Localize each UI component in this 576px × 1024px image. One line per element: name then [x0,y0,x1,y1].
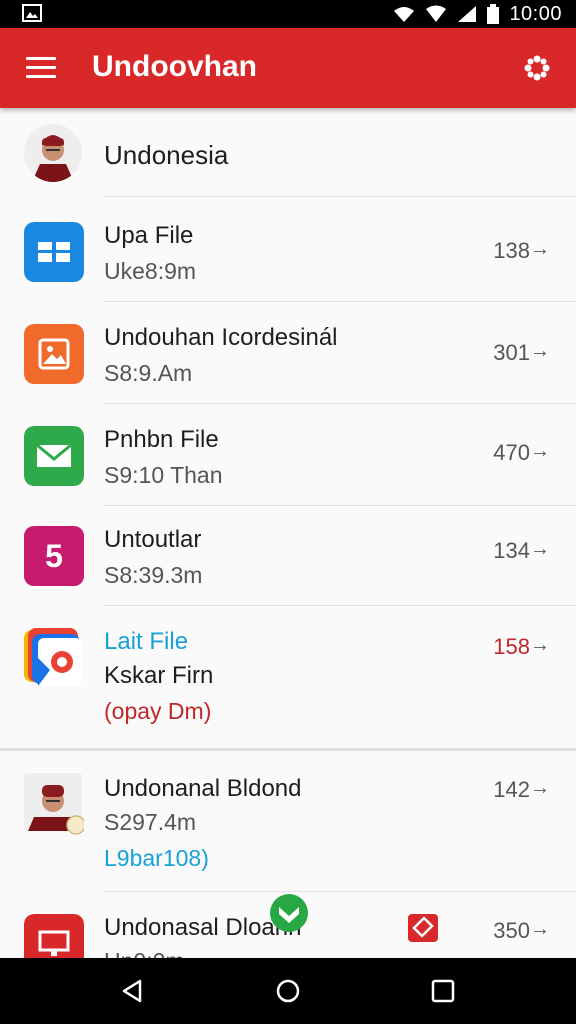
item-count: 158 [493,634,530,659]
list-item[interactable]: Lait File Kskar Firn (opay Dm) 158 → [0,606,576,748]
arrow-right-icon: → [530,238,550,260]
item-subtitle: Kskar Firn [104,662,214,689]
menu-icon[interactable] [26,57,56,79]
arrow-right-icon: → [530,777,550,799]
item-extra: (opay Dm) [104,698,212,724]
app-bar: Undoovhan [0,28,576,108]
back-icon[interactable] [120,978,146,1004]
item-count: 134 [493,538,530,563]
arrow-right-icon: → [530,634,550,656]
stacked-docs-icon [24,628,82,686]
cell-signal-icon [458,6,477,22]
image-icon [24,324,84,384]
gallery-notification-icon [22,4,42,22]
battery-icon [487,4,500,24]
arrow-right-icon: → [530,538,550,560]
arrow-right-icon: → [530,440,550,462]
item-subtitle: S8:9.Am [104,360,193,386]
list-item[interactable]: Pnhbn File S9:10 Than 470 → [0,404,576,506]
wifi-signal-icon [426,5,447,22]
red-tag-icon [408,914,438,942]
list-item[interactable]: Undonanal Bldond S297.4m L9bar108) 142 → [0,751,576,892]
item-subtitle: S8:39.3m [104,562,203,588]
status-time: 10:00 [509,2,562,25]
wifi-icon [394,7,415,22]
item-count: 350 [493,918,530,943]
item-count: 142 [493,777,530,802]
item-count: 138 [493,238,530,263]
arrow-right-icon: → [530,340,550,362]
profile-row[interactable]: Undonesia [0,108,576,198]
avatar [24,124,82,182]
mail-icon [24,426,84,486]
item-count: 301 [493,340,530,365]
person-avatar [24,773,84,835]
app-title: Undoovhan [92,50,257,83]
item-title: Lait File [104,628,189,655]
list-item[interactable]: 5 Untoutlar S8:39.3m 134 → [0,506,576,606]
item-title: Undonanal Bldond [104,775,302,802]
item-title: Untoutlar [104,526,202,553]
item-subtitle: Un0:0m [104,948,185,958]
green-badge-icon [270,894,308,932]
recents-icon[interactable] [430,978,456,1004]
item-subtitle: Uke8:9m [104,258,197,284]
doc-icon [24,222,84,282]
item-title: Pnhbn File [104,426,219,453]
list-item[interactable]: Upa File Uke8:9m 138 → [0,198,576,302]
divider [104,196,576,197]
item-title: Upa File [104,222,194,249]
arrow-right-icon: → [530,918,550,940]
item-subtitle: S9:10 Than [104,462,223,488]
profile-name: Undonesia [104,140,229,170]
system-nav-bar [0,958,576,1024]
settings-icon[interactable] [524,55,550,81]
item-subtitle: S297.4m [104,809,197,835]
item-title: Undouhan Icordesinál [104,324,338,351]
status-bar: 10:00 [0,0,576,28]
list-item[interactable]: Undouhan Icordesinál S8:9.Am 301 → [0,302,576,404]
monitor-icon [24,914,84,958]
item-count: 470 [493,440,530,465]
item-extra: L9bar108) [104,845,209,871]
five-icon: 5 [24,526,84,586]
list-item[interactable]: Undonasal Dloann Un0:0m 350 → [0,892,576,958]
home-icon[interactable] [275,978,301,1004]
